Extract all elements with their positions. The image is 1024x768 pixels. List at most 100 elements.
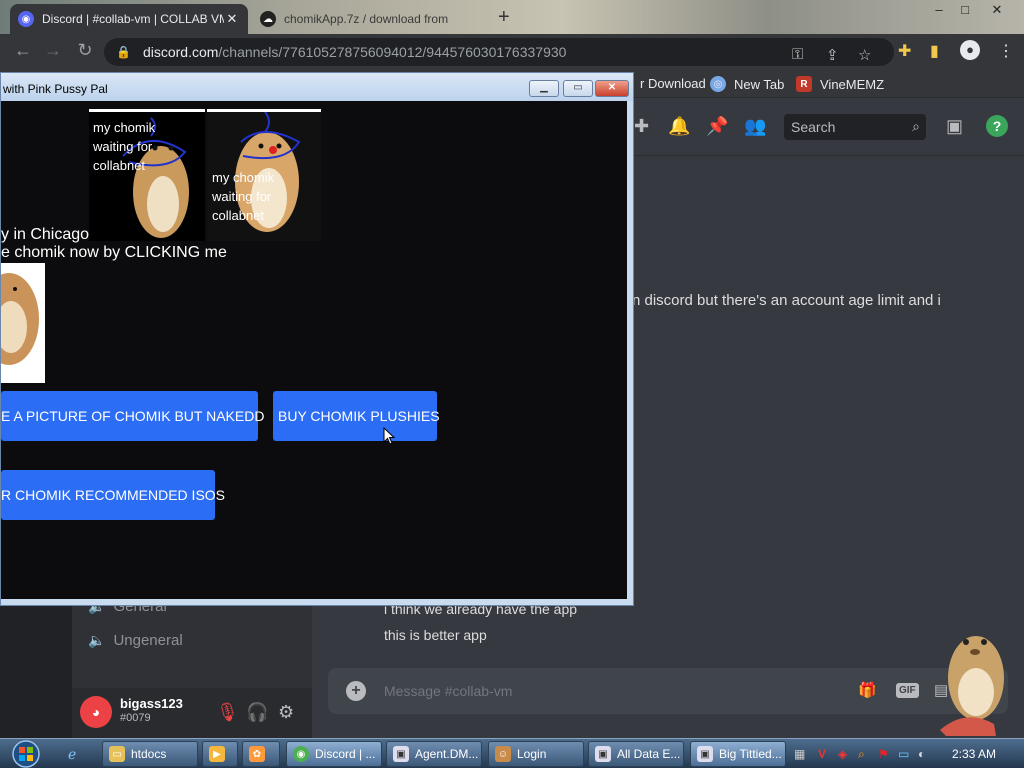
- popup-titlebar[interactable]: with Pink Pussy Pal ▁ ▭ ✕: [1, 73, 633, 101]
- popup-title: with Pink Pussy Pal: [3, 82, 108, 96]
- profile-avatar-icon[interactable]: ●: [960, 40, 980, 60]
- message-placeholder: Message #collab-vm: [384, 683, 513, 699]
- button-label: R CHOMIK RECOMMENDED ISOS: [1, 487, 226, 503]
- bookmark-download[interactable]: r Download: [640, 76, 706, 91]
- window-icon: ▣: [697, 746, 713, 762]
- close-window-button[interactable]: ✕: [982, 2, 1012, 18]
- gift-icon[interactable]: 🎁: [858, 681, 877, 699]
- tray-app-icon[interactable]: ▦: [794, 747, 805, 761]
- search-tray-icon[interactable]: ⌕: [858, 747, 865, 762]
- globe-icon: ◎: [710, 76, 726, 92]
- pin-icon[interactable]: 📌: [706, 116, 728, 137]
- new-tab-button[interactable]: +: [498, 6, 510, 29]
- window-icon: ▣: [595, 746, 611, 762]
- popup-close-button[interactable]: ✕: [595, 80, 629, 97]
- volume-icon[interactable]: ◐: [918, 747, 925, 761]
- flag-icon[interactable]: ⚑: [878, 747, 889, 761]
- menu-dots-icon[interactable]: ⋮: [998, 41, 1014, 61]
- media-player-icon: ▶: [209, 746, 225, 762]
- tab-title: Discord | #collab-vm | COLLAB VM: [42, 12, 224, 26]
- tray-app-icon[interactable]: ◈: [838, 747, 847, 761]
- user-tag: #0079: [120, 712, 151, 724]
- taskbar-item-popup[interactable]: ▣ Big Tittied...: [690, 741, 786, 767]
- discord-icon: ◉: [18, 11, 34, 27]
- channel-ungeneral[interactable]: 🔈 Ungeneral: [88, 632, 183, 649]
- taskbar-item-htdocs[interactable]: ▭ htdocs: [102, 741, 198, 767]
- popup-window: with Pink Pussy Pal ▁ ▭ ✕ my chomik wait…: [0, 72, 634, 606]
- folder-icon: ▭: [109, 746, 125, 762]
- mouse-cursor-icon: [383, 427, 395, 445]
- taskbar-clock[interactable]: 2:33 AM: [952, 747, 996, 761]
- tab-discord[interactable]: ◉ Discord | #collab-vm | COLLAB VM ✕: [10, 4, 248, 34]
- headphones-icon[interactable]: 🎧: [246, 702, 268, 723]
- back-arrow-icon[interactable]: ←: [8, 40, 38, 61]
- side-panel-icon[interactable]: ▮: [930, 41, 939, 61]
- threads-icon[interactable]: ✚: [634, 116, 649, 137]
- tab-chomikapp[interactable]: ☁ chomikApp.7z / download from: [252, 4, 492, 34]
- windows-taskbar: ℯ ▭ htdocs ▶ ✿ ◉ Discord | ... ▣ Agent.D…: [0, 738, 1024, 768]
- url-host: discord.com: [142, 44, 219, 60]
- chrome-icon: ◉: [293, 746, 309, 762]
- taskbar-label: Discord | ...: [315, 747, 376, 761]
- taskbar-item-discord[interactable]: ◉ Discord | ...: [286, 741, 382, 767]
- address-bar[interactable]: 🔒 discord.com /channels/7761052787560940…: [104, 38, 894, 66]
- click-me-link[interactable]: e chomik now by CLICKING me: [1, 244, 227, 262]
- buy-plushies-button[interactable]: BUY CHOMIK PLUSHIES: [273, 391, 440, 441]
- share-icon[interactable]: ⇪: [826, 46, 839, 64]
- taskbar-item-app[interactable]: ✿: [242, 741, 280, 767]
- taskbar-label: htdocs: [131, 747, 167, 761]
- vinememz-tray-icon[interactable]: V: [818, 747, 826, 761]
- taskbar-item-login[interactable]: ☺ Login: [488, 741, 584, 767]
- start-orb-icon[interactable]: [6, 739, 46, 768]
- user-panel: ◕ bigass123 #0079 🎙 🎧 ⚙: [72, 688, 312, 738]
- popup-minimize-button[interactable]: ▁: [529, 80, 559, 97]
- message-input[interactable]: + Message #collab-vm 🎁 GIF ▤: [328, 668, 1008, 714]
- bookmark-label: r Download: [640, 76, 706, 91]
- search-input[interactable]: Search ⌕: [784, 114, 926, 140]
- button-label: E A PICTURE OF CHOMIK BUT NAKEDD: [1, 408, 265, 424]
- forward-arrow-icon[interactable]: →: [38, 40, 68, 61]
- avatar[interactable]: ◕: [80, 696, 112, 728]
- popup-maximize-button[interactable]: ▭: [563, 80, 593, 97]
- recommended-isos-button[interactable]: R CHOMIK RECOMMENDED ISOS: [1, 470, 225, 520]
- taskbar-item-media-player[interactable]: ▶: [202, 741, 238, 767]
- upload-plus-icon[interactable]: +: [346, 681, 366, 701]
- tab-close-icon[interactable]: ✕: [224, 11, 240, 27]
- extension-puzzle-icon[interactable]: ✚: [898, 41, 911, 61]
- gif-icon[interactable]: GIF: [896, 683, 919, 698]
- taskbar-label: All Data E...: [617, 747, 681, 761]
- taskbar-item-agent[interactable]: ▣ Agent.DM...: [386, 741, 482, 767]
- internet-explorer-icon[interactable]: ℯ: [68, 746, 76, 763]
- bookmark-vinememz[interactable]: R VineMEMZ: [796, 76, 884, 92]
- reload-icon[interactable]: ↻: [70, 40, 100, 61]
- maximize-window-button[interactable]: □: [950, 2, 980, 17]
- caption-line: waiting for: [212, 189, 272, 204]
- caption-line: collabnet: [212, 208, 265, 223]
- bell-icon[interactable]: 🔔: [668, 116, 690, 137]
- mute-microphone-icon[interactable]: 🎙: [216, 702, 239, 723]
- key-icon[interactable]: ⚿: [792, 46, 803, 63]
- bookmark-label: New Tab: [734, 76, 785, 92]
- naked-chomik-button[interactable]: E A PICTURE OF CHOMIK BUT NAKEDD: [1, 391, 264, 441]
- chomik-meme-image: my chomik waiting for collabnet: [207, 109, 321, 241]
- member-list-icon[interactable]: 👥: [744, 116, 766, 137]
- network-icon[interactable]: ▭: [898, 747, 909, 761]
- taskbar-item-all-data[interactable]: ▣ All Data E...: [588, 741, 684, 767]
- caption-line: my chomik: [93, 120, 156, 135]
- taskbar-label: Agent.DM...: [415, 747, 479, 761]
- help-icon[interactable]: ?: [986, 115, 1008, 137]
- bookmark-new-tab[interactable]: ◎ New Tab: [710, 76, 784, 92]
- lock-icon: 🔒: [116, 45, 131, 59]
- chomik-meme-image: my chomik waiting for collabnet: [89, 109, 205, 241]
- gear-icon[interactable]: ⚙: [278, 702, 294, 723]
- caption-line: waiting for: [93, 139, 153, 154]
- login-app-icon: ☺: [495, 746, 511, 762]
- message-text: this is better app: [384, 627, 487, 643]
- message-text: n discord but there's an account age lim…: [632, 292, 941, 309]
- inbox-icon[interactable]: ▣: [946, 116, 963, 137]
- vinememz-logo-icon: R: [796, 76, 812, 92]
- search-placeholder: Search: [791, 119, 836, 135]
- button-label: BUY CHOMIK PLUSHIES: [278, 408, 440, 424]
- star-icon[interactable]: ☆: [858, 46, 871, 64]
- meme-caption: my chomik waiting for collabnet: [212, 168, 274, 225]
